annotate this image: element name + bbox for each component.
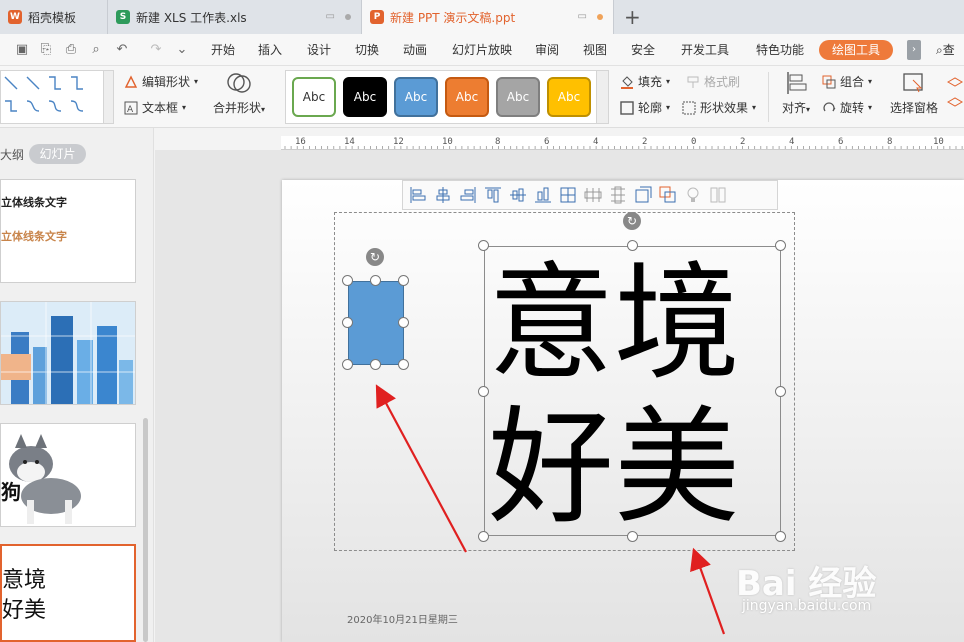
- baidu-jingyan-url: jingyan.baidu.com: [742, 598, 872, 614]
- red-arrow-icon: [690, 547, 726, 635]
- red-arrow-icon: [375, 384, 467, 553]
- annotation-arrows: [375, 384, 726, 635]
